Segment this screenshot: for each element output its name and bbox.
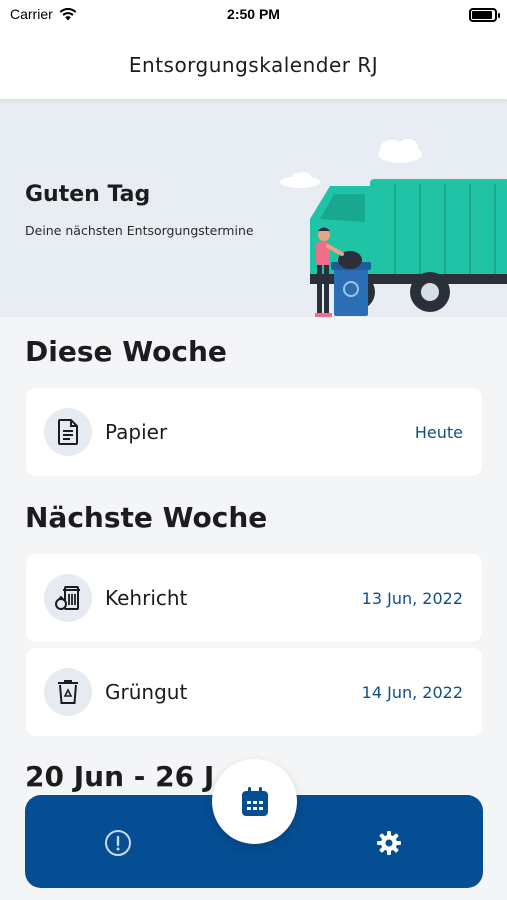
status-bar: Carrier 2:50 PM <box>0 0 507 30</box>
gear-icon <box>377 831 401 855</box>
tab-settings[interactable] <box>371 825 407 861</box>
calendar-icon <box>241 786 268 816</box>
tab-calendar[interactable] <box>212 759 297 844</box>
card-date: Heute <box>414 422 463 442</box>
clock: 2:50 PM <box>227 6 280 22</box>
pickup-card-gruengut[interactable]: Grüngut 14 Jun, 2022 <box>26 648 482 736</box>
hero-banner: Guten Tag Deine nächsten Entsorgungsterm… <box>0 99 507 317</box>
greeting-subtitle: Deine nächsten Entsorgungstermine <box>25 223 254 238</box>
card-label: Grüngut <box>105 680 188 704</box>
page-title: Entsorgungskalender RJ <box>128 52 379 77</box>
card-label: Kehricht <box>105 586 188 610</box>
recycle-bin-icon <box>58 680 78 704</box>
garbage-truck-illustration <box>280 139 507 317</box>
section-title-next-week: Nächste Woche <box>25 501 268 534</box>
card-date: 14 Jun, 2022 <box>361 682 463 702</box>
section-title-this-week: Diese Woche <box>25 335 227 368</box>
tab-info[interactable] <box>100 825 136 861</box>
card-date: 13 Jun, 2022 <box>361 588 463 608</box>
pickup-card-papier[interactable]: Papier Heute <box>26 388 482 476</box>
info-circle-icon <box>105 830 131 856</box>
card-label: Papier <box>105 420 168 444</box>
pickup-card-kehricht[interactable]: Kehricht 13 Jun, 2022 <box>26 554 482 642</box>
card-icon-wrapper <box>44 408 92 456</box>
card-icon-wrapper <box>44 668 92 716</box>
greeting-heading: Guten Tag <box>25 182 151 207</box>
document-icon <box>58 419 78 445</box>
battery-icon <box>469 8 500 22</box>
trash-bin-icon <box>55 586 80 610</box>
nav-bar: Entsorgungskalender RJ <box>0 30 507 99</box>
card-icon-wrapper <box>44 574 92 622</box>
section-title-later-week: 20 Jun - 26 J <box>25 760 215 793</box>
